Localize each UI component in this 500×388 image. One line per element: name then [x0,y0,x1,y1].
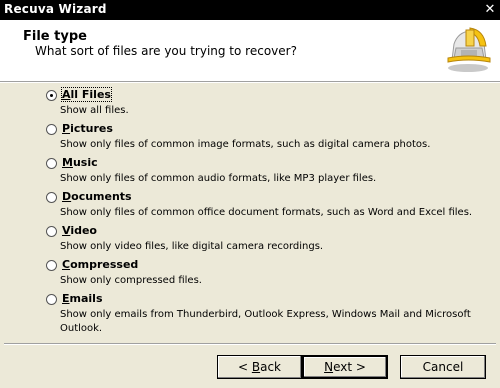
label-rest: mails [69,292,103,305]
accel-key: C [62,258,71,271]
option-description: Show only emails from Thunderbird, Outlo… [60,309,471,334]
option-description: Show only files of common audio formats,… [60,173,377,184]
option-label[interactable]: Pictures [62,122,113,135]
option-description: Show only files of common office documen… [60,207,473,218]
option-label[interactable]: Emails [62,292,103,305]
option-label[interactable]: All Files [61,87,112,102]
label-rest: ideo [70,224,97,237]
title-bar[interactable]: Recuva Wizard ✕ [0,0,500,20]
option-label[interactable]: Compressed [62,258,138,271]
next-rest: ext > [333,360,366,374]
radio-all-files[interactable] [46,90,57,101]
back-button[interactable]: < Back [217,355,302,379]
page-title: File type [23,29,87,44]
header-separator [0,82,500,83]
accel-key: B [251,360,261,374]
radio-documents[interactable] [46,192,57,203]
option-description: Show all files. [60,105,129,116]
accel-key: M [62,156,73,169]
option-description: Show only files of common image formats,… [60,139,431,150]
page-subtitle: What sort of files are you trying to rec… [35,44,297,58]
option-description: Show only video files, like digital came… [60,241,324,252]
option-label[interactable]: Video [62,224,97,237]
option-label[interactable]: Music [62,156,98,169]
accel-key: P [62,122,71,135]
accel-key: D [62,190,72,203]
label-rest: usic [72,156,98,169]
recuva-wizard-window: Recuva Wizard ✕ File type What sort of f… [0,0,500,388]
recuva-helmet-icon [447,27,491,72]
radio-pictures[interactable] [46,124,57,135]
label-rest: ocuments [71,190,132,203]
option-label[interactable]: Documents [62,190,132,203]
accel-key: A [62,88,71,101]
radio-compressed[interactable] [46,260,57,271]
next-button[interactable]: Next > [302,355,388,379]
back-rest: ack [260,360,281,374]
label-rest: ompressed [70,258,139,271]
radio-video[interactable] [46,226,57,237]
radio-emails[interactable] [46,294,57,305]
window-title: Recuva Wizard [4,2,107,16]
close-icon[interactable]: ✕ [483,3,497,17]
accel-key: E [62,292,70,305]
option-description: Show only compressed files. [60,275,202,286]
back-prefix: < [237,360,252,374]
label-rest: ictures [70,122,113,135]
radio-music[interactable] [46,158,57,169]
accel-key: N [324,360,334,374]
label-rest: ll Files [70,88,111,101]
footer-divider-highlight [4,344,496,345]
cancel-button[interactable]: Cancel [400,355,486,379]
wizard-header: File type What sort of files are you try… [0,20,500,82]
